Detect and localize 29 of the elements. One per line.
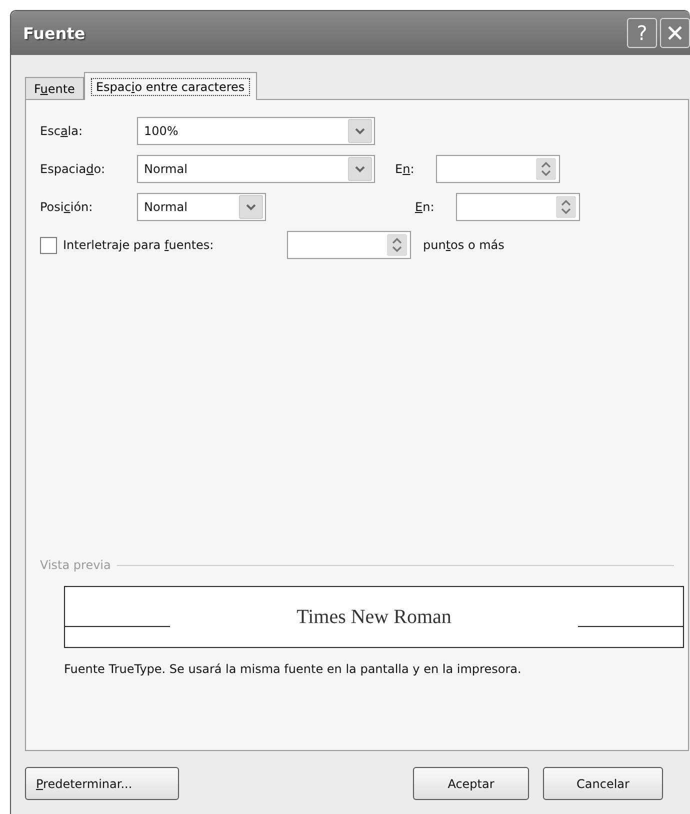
dropdown[interactable]: Normal <box>137 155 375 183</box>
field-label: En: <box>395 162 416 176</box>
field-label: Espaciado: <box>40 162 106 176</box>
dropdown[interactable]: 100% <box>137 117 375 145</box>
group-label: Vista previa <box>40 558 111 572</box>
spin-arrows-icon <box>392 237 402 253</box>
tab[interactable]: Espacio entre caracteres <box>84 72 257 100</box>
field-label: puntos o más <box>423 238 504 252</box>
spin-arrows-icon <box>561 199 571 215</box>
help-button[interactable]: ? <box>627 18 657 48</box>
dropdown[interactable]: Normal <box>137 193 266 221</box>
close-icon <box>667 25 683 41</box>
preview-text: Times New Roman <box>296 606 452 628</box>
field-label: Escala: <box>40 124 84 138</box>
spin-field[interactable] <box>287 231 411 259</box>
tab[interactable]: Fuente <box>25 77 84 99</box>
window-title: Fuente <box>23 24 86 42</box>
spin-arrows-icon <box>541 161 551 177</box>
close-button[interactable] <box>660 18 690 48</box>
preview-note: Fuente TrueType. Se usará la misma fuente en la pantalla y en la impresora. <box>64 662 522 676</box>
spin-field[interactable] <box>456 193 580 221</box>
field-label: En: <box>415 200 436 214</box>
checkbox-label: Interletraje para fuentes: <box>63 238 215 252</box>
checkbox[interactable] <box>40 236 57 254</box>
dialog-button[interactable]: Aceptar <box>413 767 529 800</box>
dialog-button[interactable]: Predeterminar... <box>25 767 179 800</box>
spin-field[interactable] <box>436 155 560 183</box>
field-label: Posición: <box>40 200 94 214</box>
dialog-button[interactable]: Cancelar <box>543 767 663 800</box>
